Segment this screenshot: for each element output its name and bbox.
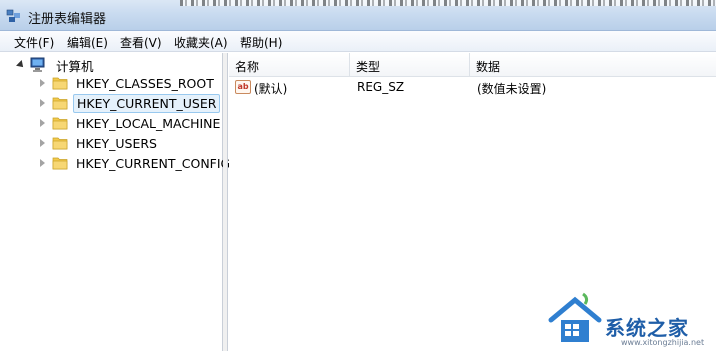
value-name[interactable]: (默认) — [254, 80, 287, 97]
tree-item-label: HKEY_CLASSES_ROOT — [76, 75, 214, 91]
folder-icon — [52, 77, 68, 90]
folder-icon — [52, 117, 68, 130]
menu-edit[interactable]: 编辑(E) — [67, 34, 108, 51]
pane-splitter[interactable] — [223, 53, 228, 351]
folder-icon — [52, 137, 68, 150]
tree-item-label: HKEY_LOCAL_MACHINE — [76, 115, 221, 131]
string-value-icon: ab — [235, 80, 251, 94]
menu-help[interactable]: 帮助(H) — [240, 34, 282, 51]
menu-file[interactable]: 文件(F) — [14, 34, 54, 51]
key-tree-pane[interactable]: 计算机 HKEY_CLASSES_ROOT HKEY_CURRENT_USER … — [0, 53, 230, 351]
expand-arrow-icon[interactable] — [38, 158, 48, 168]
expand-arrow-icon[interactable] — [38, 98, 48, 108]
expand-arrow-icon[interactable] — [38, 118, 48, 128]
computer-icon — [30, 57, 45, 72]
value-type: REG_SZ — [357, 80, 405, 94]
column-header-name[interactable]: 名称 — [229, 53, 350, 77]
folder-icon — [52, 97, 68, 110]
expand-arrow-icon[interactable] — [38, 78, 48, 88]
expand-arrow-icon[interactable] — [38, 138, 48, 148]
watermark: 系统之家 www.xitongzhijia.net — [545, 290, 716, 351]
tree-item-hkey-current-user[interactable]: HKEY_CURRENT_USER — [38, 93, 221, 113]
menu-favorites[interactable]: 收藏夹(A) — [174, 34, 228, 51]
title-bar: 注册表编辑器 — [0, 0, 716, 31]
tree-root-computer[interactable]: 计算机 — [16, 55, 97, 75]
tree-item-hkey-classes-root[interactable]: HKEY_CLASSES_ROOT — [38, 73, 217, 93]
tree-item-label: HKEY_USERS — [76, 135, 157, 151]
watermark-text: 系统之家 — [605, 316, 689, 340]
tree-item-label: HKEY_CURRENT_CONFIG — [76, 155, 231, 171]
tree-item-hkey-users[interactable]: HKEY_USERS — [38, 133, 160, 153]
menu-bar: 文件(F) 编辑(E) 查看(V) 收藏夹(A) 帮助(H) — [0, 31, 716, 52]
menu-view[interactable]: 查看(V) — [120, 34, 162, 51]
watermark-url: www.xitongzhijia.net — [621, 338, 705, 347]
registry-editor-icon — [6, 9, 20, 22]
watermark-house-logo-icon — [548, 292, 602, 342]
tree-item-hkey-current-config[interactable]: HKEY_CURRENT_CONFIG — [38, 153, 233, 173]
tree-item-label: HKEY_CURRENT_USER — [73, 93, 221, 113]
value-data: (数值未设置) — [477, 82, 547, 96]
window-title: 注册表编辑器 — [28, 12, 107, 27]
column-header-data[interactable]: 数据 — [470, 53, 716, 77]
title-bar-texture — [180, 0, 716, 6]
folder-icon — [52, 157, 68, 170]
tree-item-hkey-local-machine[interactable]: HKEY_LOCAL_MACHINE — [38, 113, 223, 133]
column-header-type[interactable]: 类型 — [350, 53, 470, 77]
collapse-arrow-icon[interactable] — [16, 60, 26, 70]
